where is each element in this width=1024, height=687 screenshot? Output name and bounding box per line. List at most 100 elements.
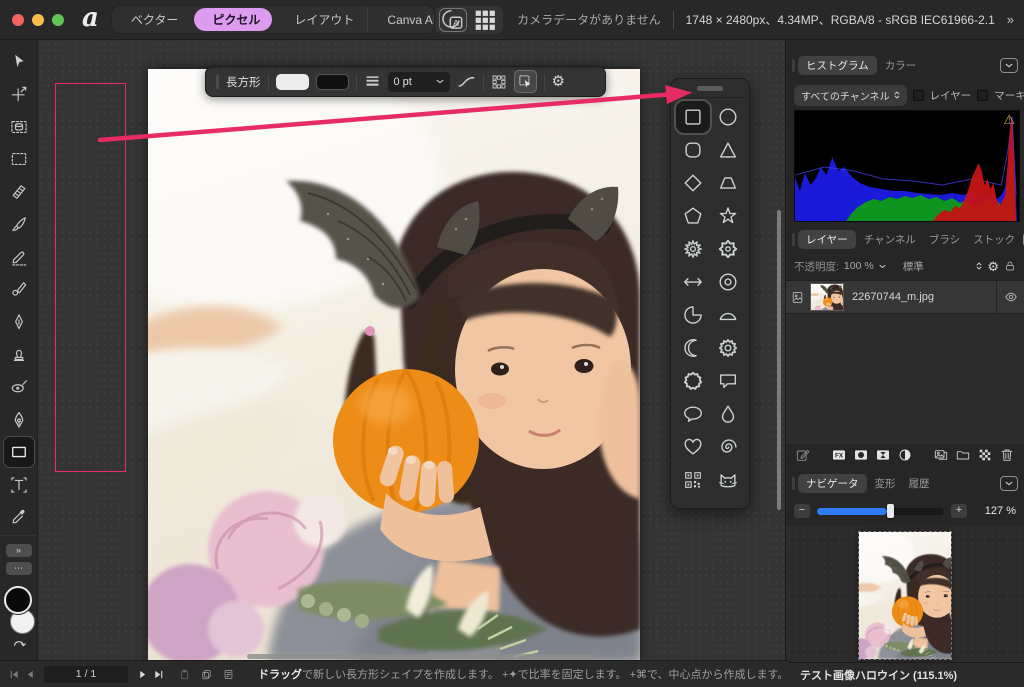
color-wells[interactable]: [2, 586, 36, 636]
shape-crescent[interactable]: [676, 332, 710, 364]
zoom-out-button[interactable]: −: [794, 504, 810, 518]
tool-node[interactable]: [4, 80, 34, 110]
opacity-value[interactable]: 100 %: [844, 260, 874, 272]
shape-circle[interactable]: [711, 101, 745, 133]
channel-select[interactable]: すべてのチャンネル: [794, 85, 907, 106]
first-page-button[interactable]: [6, 666, 22, 682]
tool-pen-type[interactable]: [4, 307, 34, 337]
tab-layout-persona[interactable]: レイアウト: [275, 6, 367, 33]
layer-visibility-cell[interactable]: [996, 281, 1024, 314]
auto-correct-toggle[interactable]: A: [439, 8, 467, 32]
line-style-icon[interactable]: [364, 73, 381, 90]
shape-clover[interactable]: [711, 233, 745, 265]
tool-selection-brush[interactable]: [4, 112, 34, 142]
clipping-warning-icon[interactable]: ⚠: [1003, 112, 1015, 128]
tab-vector-persona[interactable]: ベクター: [112, 6, 192, 33]
shape-cloud[interactable]: [676, 365, 710, 397]
stroke-color-well[interactable]: [4, 586, 32, 614]
mask-icon[interactable]: [853, 447, 869, 463]
canvas-area[interactable]: 長方形 0 pt ⚙: [38, 40, 785, 660]
tab-layers[interactable]: レイヤー: [798, 230, 856, 249]
tab-histogram[interactable]: ヒストグラム: [798, 56, 877, 75]
adjustment-icon[interactable]: [875, 447, 891, 463]
clipboard-icon[interactable]: [176, 666, 192, 682]
shape-speech-ellipse[interactable]: [676, 398, 710, 430]
shape-square[interactable]: [676, 101, 710, 133]
tab-channels[interactable]: チャンネル: [859, 230, 921, 249]
navigator-thumbnail[interactable]: [859, 532, 951, 659]
shape-cat[interactable]: [711, 464, 745, 496]
panel-drag-handle[interactable]: [697, 86, 723, 91]
shape-rounded-square[interactable]: [676, 134, 710, 166]
horizontal-scrollbar[interactable]: [247, 654, 595, 659]
close-window-button[interactable]: [12, 14, 24, 26]
shape-qr-code[interactable]: [676, 464, 710, 496]
fill-swatch[interactable]: [276, 74, 309, 90]
shape-diamond[interactable]: [676, 167, 710, 199]
settings-gear-icon[interactable]: ⚙: [552, 74, 565, 89]
stroke-profile-icon[interactable]: [457, 74, 476, 90]
tab-stock[interactable]: ストック: [968, 230, 1020, 249]
snap-grid-icon[interactable]: [491, 74, 507, 90]
minimize-window-button[interactable]: [32, 14, 44, 26]
shape-donut[interactable]: [711, 266, 745, 298]
tool-marquee[interactable]: [4, 145, 34, 175]
panel-grip[interactable]: [792, 477, 795, 490]
stepper-icon[interactable]: [976, 262, 982, 270]
new-pixel-layer-icon[interactable]: [977, 447, 993, 463]
fx-icon[interactable]: FX: [831, 447, 847, 463]
chevron-down-icon[interactable]: [879, 264, 886, 269]
vertical-scrollbar[interactable]: [777, 210, 781, 510]
toolbar-expand-button[interactable]: »: [6, 544, 32, 557]
panel-grip[interactable]: [792, 59, 795, 72]
tool-pen[interactable]: [4, 405, 34, 435]
next-page-button[interactable]: [134, 666, 150, 682]
tool-pencil[interactable]: [4, 242, 34, 272]
shape-trapezoid[interactable]: [711, 167, 745, 199]
collapse-panel-button[interactable]: [1000, 476, 1018, 491]
layer-checkbox[interactable]: [913, 90, 924, 101]
titlebar-overflow-chevron[interactable]: »: [1007, 12, 1014, 27]
tab-color[interactable]: カラー: [880, 56, 922, 75]
marquee-checkbox[interactable]: [977, 90, 988, 101]
layer-row[interactable]: 22670744_m.jpg: [786, 281, 1024, 314]
add-image-icon[interactable]: [933, 447, 949, 463]
edit-all-layers-toggle[interactable]: [514, 70, 537, 93]
duplicate-pages-icon[interactable]: [198, 666, 214, 682]
shape-spiral[interactable]: [711, 431, 745, 463]
shape-star[interactable]: [711, 200, 745, 232]
shape-heart[interactable]: [676, 431, 710, 463]
shape-cog[interactable]: [711, 332, 745, 364]
tool-frame-text[interactable]: [4, 470, 34, 500]
page-list-icon[interactable]: [220, 666, 236, 682]
shape-triangle[interactable]: [711, 134, 745, 166]
layer-settings-gear-icon[interactable]: ⚙: [987, 260, 999, 273]
zoom-window-button[interactable]: [52, 14, 64, 26]
shape-tear[interactable]: [711, 398, 745, 430]
new-group-folder-icon[interactable]: [955, 447, 971, 463]
zoom-slider[interactable]: [817, 508, 944, 515]
tool-smart-select[interactable]: [4, 177, 34, 207]
zoom-in-button[interactable]: +: [951, 504, 967, 518]
shape-pie[interactable]: [676, 299, 710, 331]
live-filter-icon[interactable]: [897, 447, 913, 463]
shape-burst[interactable]: [676, 233, 710, 265]
tool-color-picker[interactable]: [4, 502, 34, 532]
panel-grip[interactable]: [792, 233, 795, 246]
tool-move[interactable]: [4, 47, 34, 77]
shape-double-arrow[interactable]: [676, 266, 710, 298]
tool-vector-brush[interactable]: [4, 275, 34, 305]
tab-canva-ai[interactable]: Canva AI: [367, 6, 435, 33]
tool-clone-stamp[interactable]: [4, 340, 34, 370]
tab-brushes[interactable]: ブラシ: [924, 230, 965, 249]
zoom-slider-handle[interactable]: [887, 504, 894, 518]
previous-page-button[interactable]: [22, 666, 38, 682]
zoom-percentage[interactable]: 127 %: [974, 505, 1016, 517]
collapse-panel-button[interactable]: [1000, 58, 1018, 73]
tool-paint-brush[interactable]: [4, 210, 34, 240]
shape-pentagon[interactable]: [676, 200, 710, 232]
tab-pixel-persona[interactable]: ピクセル: [194, 8, 272, 31]
delete-layer-trash-icon[interactable]: [999, 447, 1015, 463]
stroke-width-select[interactable]: 0 pt: [388, 72, 450, 92]
lock-icon[interactable]: [1004, 260, 1016, 272]
